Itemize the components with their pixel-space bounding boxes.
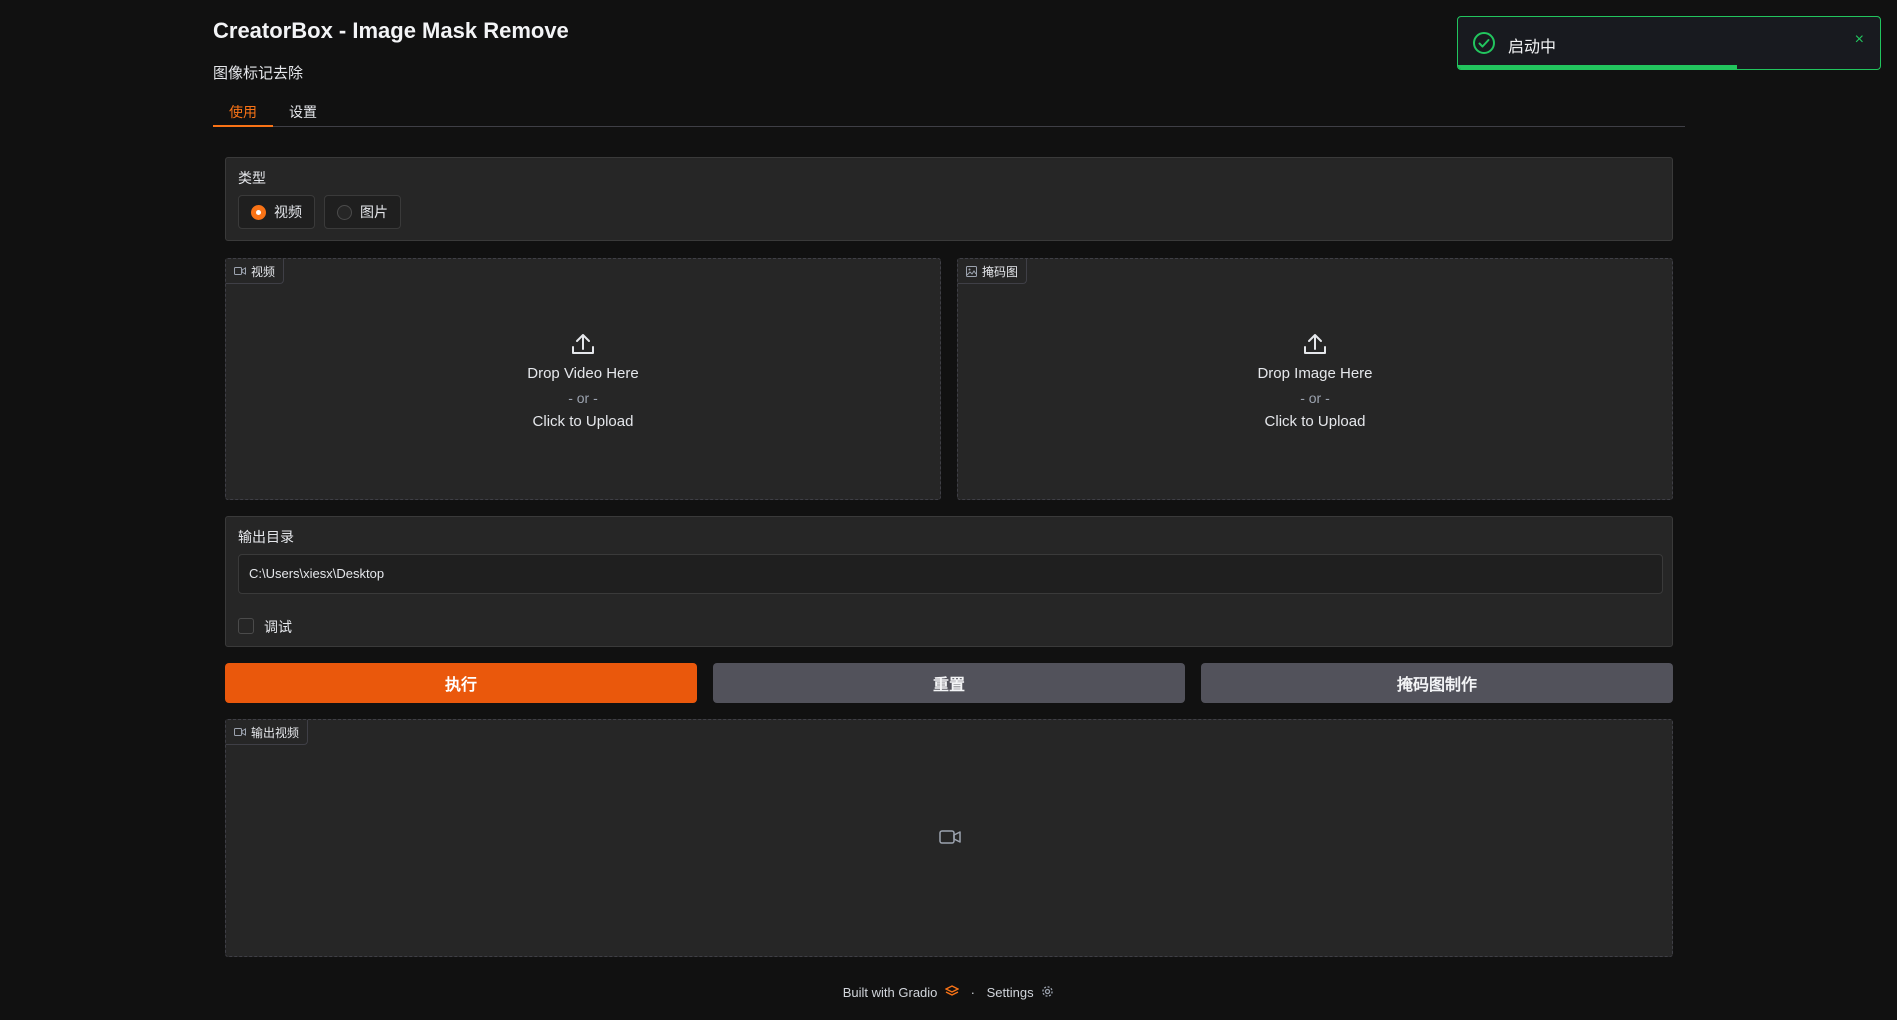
- gradio-logo-icon: [944, 985, 960, 1000]
- video-click-text: Click to Upload: [532, 413, 634, 430]
- toast-close-button[interactable]: ×: [1855, 31, 1864, 49]
- type-panel: 类型 视频 图片: [225, 157, 1673, 241]
- mask-make-button[interactable]: 掩码图制作: [1201, 663, 1673, 703]
- video-upload-tag-label: 视频: [251, 264, 276, 279]
- mask-click-text: Click to Upload: [1264, 413, 1366, 430]
- mask-upload-tag-label: 掩码图: [982, 264, 1019, 279]
- video-upload-tag: 视频: [226, 259, 285, 284]
- app-subtitle: 图像标记去除: [213, 65, 304, 82]
- radio-video-indicator: [251, 204, 266, 220]
- tab-use[interactable]: 使用: [213, 98, 273, 127]
- output-video-tag-label: 输出视频: [251, 725, 300, 740]
- reset-button[interactable]: 重置: [713, 663, 1185, 703]
- radio-video[interactable]: 视频: [238, 195, 315, 229]
- built-with-gradio-link[interactable]: Built with Gradio: [843, 985, 938, 1000]
- output-dir-panel: 输出目录 C:\Users\xiesx\Desktop 调试: [225, 516, 1673, 647]
- mask-upload-tag: 掩码图: [958, 259, 1028, 284]
- radio-video-label: 视频: [274, 204, 302, 220]
- settings-link[interactable]: Settings: [987, 985, 1034, 1000]
- debug-label: 调试: [264, 619, 292, 635]
- check-circle-icon: [1472, 31, 1496, 60]
- toast-progress-bar: [1458, 65, 1737, 69]
- output-video-tag: 输出视频: [226, 720, 309, 745]
- gear-icon: [1041, 985, 1054, 1001]
- mask-upload-prompt: Drop Image Here - or - Click to Upload: [958, 331, 1672, 434]
- run-button[interactable]: 执行: [225, 663, 697, 703]
- footer-separator: ·: [970, 985, 975, 1001]
- video-placeholder-icon: [939, 829, 961, 850]
- mask-upload-dropzone[interactable]: 掩码图 Drop Image Here - or - Click to Uplo…: [957, 258, 1673, 500]
- radio-image-label: 图片: [360, 204, 388, 220]
- radio-image-indicator: [337, 204, 352, 220]
- video-camera-icon: [234, 727, 246, 737]
- upload-icon: [1302, 331, 1328, 362]
- video-upload-dropzone[interactable]: 视频 Drop Video Here - or - Click to Uploa…: [225, 258, 941, 500]
- video-or-text: - or -: [568, 390, 598, 406]
- video-upload-prompt: Drop Video Here - or - Click to Upload: [226, 331, 940, 434]
- upload-icon: [570, 331, 596, 362]
- output-dir-input[interactable]: C:\Users\xiesx\Desktop: [238, 554, 1663, 594]
- tab-bar: 使用 设置: [213, 98, 1685, 127]
- tab-settings[interactable]: 设置: [273, 98, 333, 127]
- app-title: CreatorBox - Image Mask Remove: [213, 18, 569, 43]
- mask-or-text: - or -: [1300, 390, 1330, 406]
- debug-checkbox[interactable]: [238, 618, 254, 634]
- status-toast: 启动中 ×: [1457, 16, 1881, 70]
- mask-drop-text: Drop Image Here: [1257, 365, 1373, 382]
- video-drop-text: Drop Video Here: [527, 365, 639, 382]
- video-camera-icon: [234, 266, 246, 276]
- toast-message: 启动中: [1508, 39, 1557, 56]
- type-label: 类型: [238, 170, 266, 186]
- image-icon: [966, 265, 977, 277]
- radio-image[interactable]: 图片: [324, 195, 401, 229]
- footer: Built with Gradio · Settings: [0, 984, 1897, 1001]
- output-dir-label: 输出目录: [238, 529, 294, 545]
- output-video-panel: 输出视频: [225, 719, 1673, 957]
